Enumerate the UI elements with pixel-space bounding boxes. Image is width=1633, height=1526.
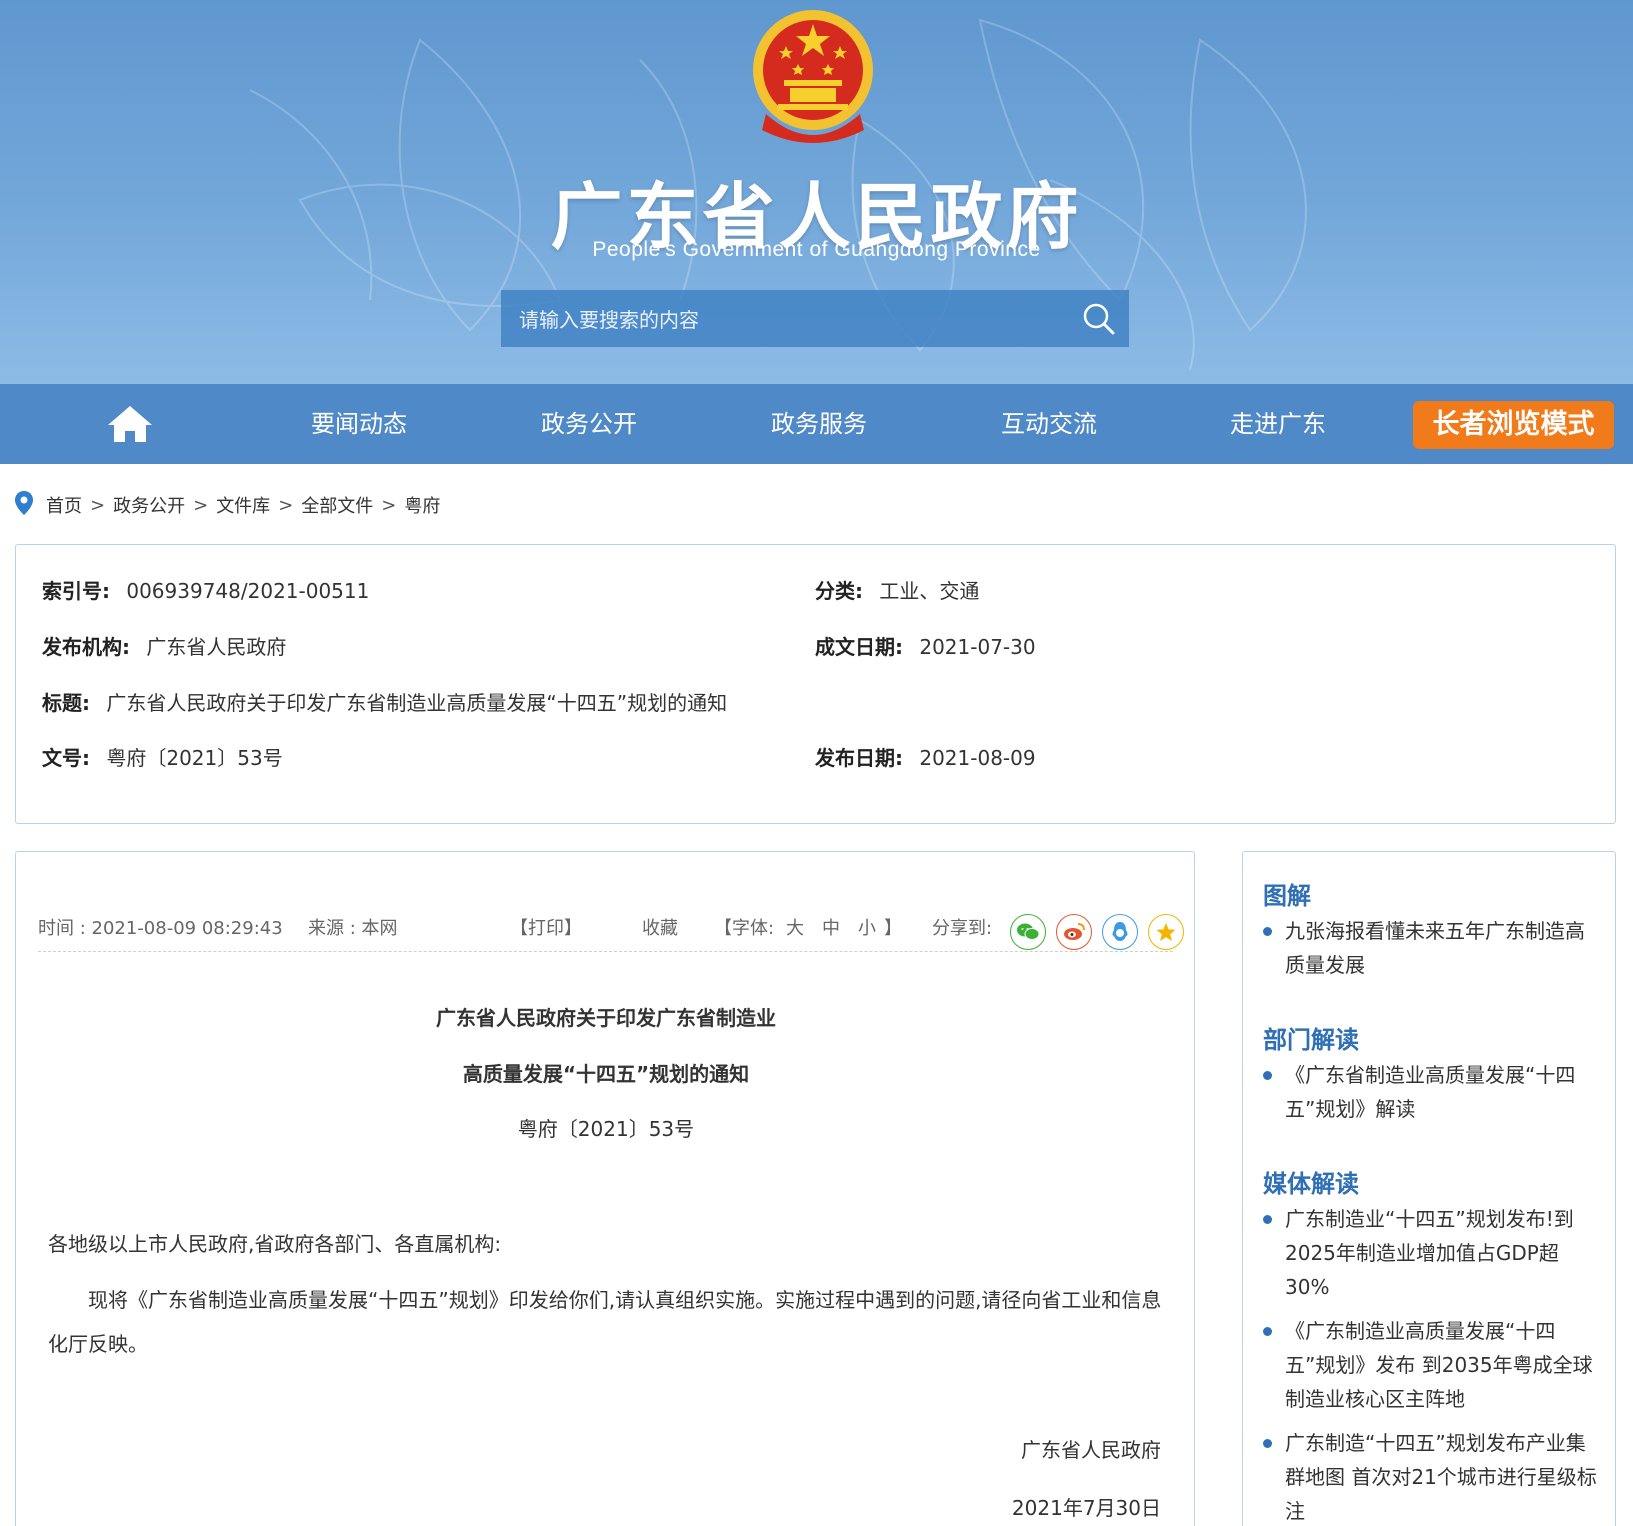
written-date-value: 2021-07-30 xyxy=(919,635,1036,659)
search-bar[interactable]: 请输入要搜索的内容 xyxy=(501,290,1129,347)
category-label: 分类: xyxy=(815,579,863,603)
section-heading-media-interpretation: 媒体解读 xyxy=(1263,1170,1359,1198)
index-number-value: 006939748/2021-00511 xyxy=(126,579,370,603)
title-label: 标题: xyxy=(42,691,90,715)
bullet-dot xyxy=(1263,1071,1272,1080)
document-title-line1: 广东省人民政府关于印发广东省制造业 xyxy=(436,1006,776,1030)
category-row: 分类: 工业、交通 xyxy=(815,575,979,604)
document-number-row: 文号: 粤府〔2021〕53号 xyxy=(42,742,283,771)
site-subtitle: People's Government of Guangdong Provinc… xyxy=(592,238,1041,261)
signature: 广东省人民政府 xyxy=(1021,1438,1161,1462)
nav-item-government-affairs[interactable]: 政务公开 xyxy=(541,384,637,464)
sidebar-link-infographic[interactable]: 九张海报看懂未来五年广东制造高质量发展 xyxy=(1263,914,1603,982)
location-pin-icon xyxy=(14,490,34,521)
breadcrumb-government-affairs[interactable]: 政务公开 xyxy=(113,492,185,518)
index-number-label: 索引号: xyxy=(42,579,110,603)
section-heading-infographic: 图解 xyxy=(1263,882,1311,910)
sidebar-link-media-1[interactable]: 广东制造业“十四五”规划发布!到2025年制造业增加值占GDP超30% xyxy=(1263,1202,1603,1304)
document-info-box: 索引号: 006939748/2021-00511 分类: 工业、交通 发布机构… xyxy=(15,544,1616,824)
main-nav: 要闻动态 政务公开 政务服务 互动交流 走进广东 长者浏览模式 xyxy=(0,384,1633,464)
meta-divider xyxy=(38,951,1173,952)
article-source: 来源 : 本网 xyxy=(308,918,398,939)
breadcrumb-all-files[interactable]: 全部文件 xyxy=(301,492,373,518)
home-icon[interactable] xyxy=(105,404,155,444)
greeting-paragraph: 各地级以上市人民政府,省政府各部门、各直属机构: xyxy=(48,1232,502,1256)
share-label: 分享到: xyxy=(932,918,993,939)
font-size-prefix: 【字体: xyxy=(714,918,775,939)
category-value: 工业、交通 xyxy=(879,579,980,603)
related-sidebar: 图解 九张海报看懂未来五年广东制造高质量发展 部门解读 《广东省制造业高质量发展… xyxy=(1242,851,1616,1526)
font-size-medium-button[interactable]: 中 xyxy=(822,914,840,940)
wechat-icon[interactable] xyxy=(1010,914,1046,950)
nav-item-about-guangdong[interactable]: 走进广东 xyxy=(1230,384,1326,464)
qq-icon[interactable] xyxy=(1102,914,1138,950)
section-heading-department-interpretation: 部门解读 xyxy=(1263,1026,1359,1054)
body-paragraph: 现将《广东省制造业高质量发展“十四五”规划》印发给你们,请认真组织实施。实施过程… xyxy=(48,1288,1162,1356)
favorite-button[interactable]: 收藏 xyxy=(642,914,678,940)
issuer-row: 发布机构: 广东省人民政府 xyxy=(42,631,286,660)
nav-item-government-services[interactable]: 政务服务 xyxy=(771,384,867,464)
title-value: 广东省人民政府关于印发广东省制造业高质量发展“十四五”规划的通知 xyxy=(106,691,728,715)
publish-date-row: 发布日期: 2021-08-09 xyxy=(815,742,1036,771)
font-size-suffix: 】 xyxy=(884,918,902,939)
written-date-label: 成文日期: xyxy=(815,635,903,659)
elder-mode-button[interactable]: 长者浏览模式 xyxy=(1413,401,1614,449)
title-row: 标题: 广东省人民政府关于印发广东省制造业高质量发展“十四五”规划的通知 xyxy=(42,687,727,716)
print-button[interactable]: 【打印】 xyxy=(510,914,582,940)
index-number-row: 索引号: 006939748/2021-00511 xyxy=(42,575,369,604)
bullet-dot xyxy=(1263,1327,1272,1336)
sidebar-link-text[interactable]: 广东制造“十四五”规划发布产业集群地图 首次对21个城市进行星级标注 xyxy=(1285,1431,1597,1523)
bullet-dot xyxy=(1263,1439,1272,1448)
sidebar-link-text[interactable]: 《广东制造业高质量发展“十四五”规划》发布 到2035年粤成全球制造业核心区主阵… xyxy=(1285,1319,1593,1411)
publish-date-label: 发布日期: xyxy=(815,746,903,770)
bullet-dot xyxy=(1263,927,1272,936)
issuer-label: 发布机构: xyxy=(42,635,130,659)
publish-time: 时间 : 2021-08-09 08:29:43 xyxy=(38,918,283,939)
document-title-line2: 高质量发展“十四五”规划的通知 xyxy=(462,1062,750,1086)
qzone-icon[interactable] xyxy=(1148,914,1184,950)
search-input[interactable]: 请输入要搜索的内容 xyxy=(501,304,1069,333)
breadcrumb: 首页 > 政务公开 > 文件库 > 全部文件 > 粤府 xyxy=(14,490,440,520)
sidebar-link-media-3[interactable]: 广东制造“十四五”规划发布产业集群地图 首次对21个城市进行星级标注 xyxy=(1263,1426,1603,1526)
header-banner: 广东省人民政府 People's Government of Guangdong… xyxy=(0,0,1633,384)
breadcrumb-separator: > xyxy=(381,494,397,516)
breadcrumb-file-library[interactable]: 文件库 xyxy=(216,492,270,518)
signature-date: 2021年7月30日 xyxy=(1011,1496,1161,1520)
document-number-label: 文号: xyxy=(42,746,90,770)
breadcrumb-separator: > xyxy=(193,494,209,516)
article-card: 时间 : 2021-08-09 08:29:43 来源 : 本网 【打印】 收藏… xyxy=(15,851,1195,1526)
sidebar-link-text[interactable]: 九张海报看懂未来五年广东制造高质量发展 xyxy=(1285,919,1585,977)
article-meta-bar: 时间 : 2021-08-09 08:29:43 来源 : 本网 【打印】 收藏… xyxy=(38,906,1184,950)
nav-item-news[interactable]: 要闻动态 xyxy=(311,384,407,464)
document-number: 粤府〔2021〕53号 xyxy=(517,1117,695,1141)
weibo-icon[interactable] xyxy=(1056,914,1092,950)
document-number-value: 粤府〔2021〕53号 xyxy=(106,746,283,770)
written-date-row: 成文日期: 2021-07-30 xyxy=(815,631,1036,660)
sidebar-link-media-2[interactable]: 《广东制造业高质量发展“十四五”规划》发布 到2035年粤成全球制造业核心区主阵… xyxy=(1263,1314,1603,1416)
font-size-large-button[interactable]: 大 xyxy=(786,914,804,940)
bullet-dot xyxy=(1263,1215,1272,1224)
search-icon[interactable] xyxy=(1069,290,1129,347)
issuer-value: 广东省人民政府 xyxy=(146,635,287,659)
sidebar-link-department-interpretation[interactable]: 《广东省制造业高质量发展“十四五”规划》解读 xyxy=(1263,1058,1603,1126)
font-size-small-button[interactable]: 小 xyxy=(858,914,876,940)
nav-item-interaction[interactable]: 互动交流 xyxy=(1001,384,1097,464)
sidebar-link-text[interactable]: 广东制造业“十四五”规划发布!到2025年制造业增加值占GDP超30% xyxy=(1285,1207,1574,1299)
breadcrumb-home[interactable]: 首页 xyxy=(46,492,82,518)
sidebar-link-text[interactable]: 《广东省制造业高质量发展“十四五”规划》解读 xyxy=(1285,1063,1575,1121)
breadcrumb-yuefu[interactable]: 粤府 xyxy=(404,492,440,518)
national-emblem-icon xyxy=(753,10,873,143)
breadcrumb-separator: > xyxy=(278,494,294,516)
breadcrumb-separator: > xyxy=(90,494,106,516)
publish-date-value: 2021-08-09 xyxy=(919,746,1036,770)
